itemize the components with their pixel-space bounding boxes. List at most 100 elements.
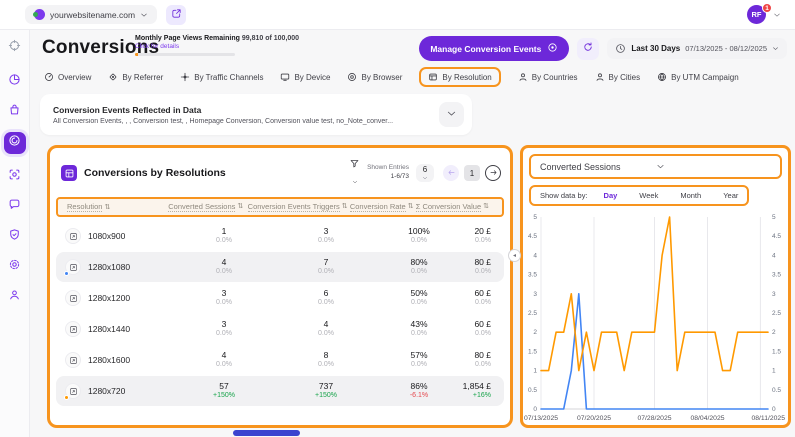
tab-label: By Referrer — [122, 72, 164, 82]
tab-label: By Device — [294, 72, 331, 82]
filter-funnel-button[interactable] — [349, 157, 360, 189]
column-header-resolution[interactable]: Resolution ⇅ — [58, 202, 164, 212]
events-filter-expand-button[interactable] — [439, 102, 464, 127]
table-row-1280x1080[interactable]: 1280x1080 4 0.0% 7 0.0% 80% 0.0% 80 £0.0% — [56, 252, 504, 282]
notification-badge: 1 — [762, 3, 772, 13]
refresh-button[interactable] — [577, 37, 600, 60]
tab-label: By UTM Campaign — [671, 72, 739, 82]
date-range-selector[interactable]: Last 30 Days 07/13/2025 - 08/12/2025 — [607, 38, 787, 59]
date-range-value: 07/13/2025 - 08/12/2025 — [685, 44, 767, 53]
metric-cell: 57% 0.0% — [410, 350, 428, 368]
metric-cell: 6 0.0% — [318, 288, 334, 306]
tab-by-traffic-channels[interactable]: By Traffic Channels — [180, 69, 263, 85]
resolution-badge-icon — [65, 228, 81, 244]
panel-resize-handle[interactable]: ◂ — [508, 249, 521, 262]
funnel-icon — [349, 157, 360, 173]
table-row-1280x1200[interactable]: 1280x1200 3 0.0% 6 0.0% 50% 0.0% 60 £0.0% — [56, 283, 504, 313]
prev-page-button[interactable] — [443, 165, 459, 181]
tab-by-device[interactable]: By Device — [280, 69, 330, 85]
clock-icon — [615, 43, 626, 54]
chevron-down-icon — [140, 11, 148, 19]
sidebar-item-crosshair[interactable] — [5, 38, 25, 58]
svg-text:3.5: 3.5 — [772, 272, 781, 279]
tab-by-countries[interactable]: By Countries — [518, 69, 578, 85]
person-icon — [518, 72, 528, 82]
tab-by-referrer[interactable]: By Referrer — [108, 69, 163, 85]
current-page[interactable]: 1 — [464, 165, 480, 181]
sidebar-item-conversions-spiral[interactable] — [3, 132, 26, 154]
crosshair-icon — [8, 39, 21, 57]
column-header-conversion-value[interactable]: Σ Conversion Value ⇅ — [415, 202, 502, 212]
svg-text:08/04/2025: 08/04/2025 — [690, 415, 724, 422]
resolution-label: 1280x1200 — [88, 293, 131, 303]
page-size-selector[interactable]: 6 — [416, 164, 434, 182]
events-filter-subtitle: All Conversion Events, , , Conversion te… — [53, 117, 394, 125]
svg-text:1.5: 1.5 — [772, 348, 781, 355]
person-icon — [595, 72, 605, 82]
open-site-button[interactable] — [166, 4, 187, 25]
period-week[interactable]: Week — [639, 191, 658, 200]
chevron-down-icon — [446, 107, 457, 122]
metric-cell: 4 0.0% — [216, 350, 232, 368]
tab-by-utm-campaign[interactable]: By UTM Campaign — [657, 69, 739, 85]
site-selector[interactable]: yourwebsitename.com — [25, 5, 158, 24]
tab-overview[interactable]: Overview — [44, 69, 91, 85]
site-favicon — [33, 9, 45, 20]
show-data-by-label: Show data by: — [540, 191, 588, 200]
sidebar-item-chat[interactable] — [5, 197, 25, 217]
sessions-chart: 0 0 0.5 0.5 1 1 1.5 1.5 2 2 2.5 2.5 3 3 3.5 3.5 4 4 4.5 4.5… — [523, 209, 788, 432]
svg-text:4: 4 — [772, 252, 776, 259]
period-month[interactable]: Month — [680, 191, 701, 200]
topbar: yourwebsitename.com RF 1 — [0, 0, 795, 30]
chevron-down-icon — [422, 175, 428, 181]
horizontal-scrollbar-thumb[interactable] — [233, 430, 300, 436]
details-link[interactable]: Click for details — [135, 43, 305, 50]
refresh-icon — [582, 41, 594, 56]
traffic-channels-icon — [180, 72, 190, 82]
tab-by-cities[interactable]: By Cities — [595, 69, 640, 85]
metric-cell: 4 0.0% — [216, 257, 232, 275]
column-header-converted-sessions[interactable]: Converted Sessions ⇅ — [164, 202, 248, 212]
manage-conversion-events-button[interactable]: Manage Conversion Events — [419, 36, 570, 61]
period-year[interactable]: Year — [723, 191, 738, 200]
series-color-dot — [64, 395, 69, 400]
column-header-conversion-rate[interactable]: Conversion Rate ⇅ — [348, 202, 416, 212]
svg-text:5: 5 — [533, 214, 537, 221]
chevron-down-icon — [773, 11, 781, 19]
sidebar-item-face-scan[interactable] — [5, 167, 25, 187]
sidebar-item-support-person[interactable] — [5, 287, 25, 307]
metric-cell: 86% -6.1% — [409, 381, 429, 399]
sidebar-item-analytics[interactable] — [5, 72, 25, 92]
page-views-value: 99,810 of 100,000 — [241, 35, 300, 42]
metric-cell: 1,854 £ +16% — [462, 381, 491, 399]
metric-cell: 80 £0.0% — [474, 257, 491, 275]
support-person-icon — [8, 288, 21, 306]
metric-cell: 4 0.0% — [318, 319, 334, 337]
resolution-label: 1280x1600 — [88, 355, 131, 365]
face-scan-icon — [8, 168, 21, 186]
table-row-1280x720[interactable]: 1280x720 57 +150% 737 +150% 86% -6.1% 1,854 £ +1… — [56, 376, 504, 406]
sidebar-item-shop-bag[interactable] — [5, 102, 25, 122]
page-views-widget: Monthly Page Views Remaining 99,810 of 1… — [135, 35, 305, 56]
svg-text:0.5: 0.5 — [528, 387, 537, 394]
next-page-button[interactable] — [485, 165, 501, 181]
table-row-1280x1440[interactable]: 1280x1440 3 0.0% 4 0.0% 43% 0.0% 60 £0.0% — [56, 314, 504, 344]
table-row-1280x1600[interactable]: 1280x1600 4 0.0% 8 0.0% 57% 0.0% 80 £0.0% — [56, 345, 504, 375]
metric-selector[interactable]: Converted Sessions — [529, 154, 782, 179]
sidebar-item-settings-gear[interactable] — [5, 257, 25, 277]
period-day[interactable]: Day — [604, 191, 618, 200]
metric-cell: 737 +150% — [315, 381, 337, 399]
tab-by-resolution[interactable]: By Resolution — [419, 67, 501, 87]
tab-by-browser[interactable]: By Browser — [347, 69, 402, 85]
svg-text:3.5: 3.5 — [528, 272, 537, 279]
tab-label: By Resolution — [442, 72, 492, 82]
progress-fill — [135, 53, 138, 56]
svg-text:07/20/2025: 07/20/2025 — [577, 415, 611, 422]
column-header-conversion-events-triggers[interactable]: Conversion Events Triggers ⇅ — [247, 202, 348, 212]
chart-panel: Converted Sessions Show data by: Day Week… — [520, 145, 791, 428]
sidebar-item-shield-check[interactable] — [5, 227, 25, 247]
svg-text:2: 2 — [772, 329, 776, 336]
table-row-1080x900[interactable]: 1080x900 1 0.0% 3 0.0% 100% 0.0% 20 £0.0% — [56, 221, 504, 251]
metric-cell: 50% 0.0% — [410, 288, 428, 306]
account-menu[interactable]: RF 1 — [747, 3, 781, 24]
